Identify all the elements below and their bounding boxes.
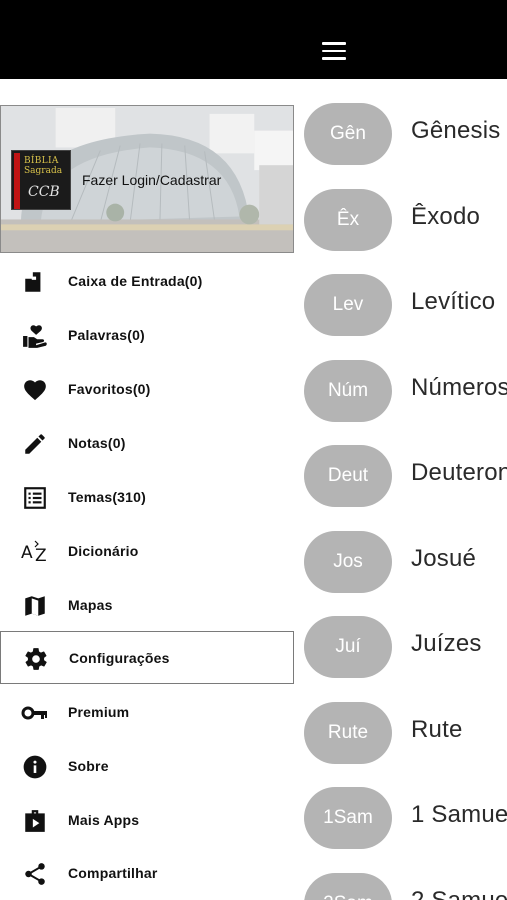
book-row-juizes[interactable]: Juí Juízes (294, 592, 507, 678)
app-logo: BÍBLIA Sagrada CCB (11, 150, 71, 210)
menu-item-dicionario[interactable]: A Z Dicionário (0, 525, 294, 578)
menu-item-label: Caixa de Entrada(0) (68, 273, 203, 289)
book-abbr-badge: Juí (304, 616, 392, 678)
logo-text-biblia: BÍBLIA (24, 156, 59, 166)
book-abbr-badge: Deut (304, 445, 392, 507)
book-row-rute[interactable]: Rute Rute (294, 678, 507, 764)
share-icon (21, 861, 49, 887)
hand-heart-icon (21, 323, 49, 349)
sort-az-icon: A Z (21, 539, 49, 565)
menu-item-label: Sobre (68, 758, 109, 774)
menu-item-sobre[interactable]: Sobre (0, 740, 294, 793)
book-abbr-badge: Lev (304, 274, 392, 336)
book-abbr-badge: Jos (304, 531, 392, 593)
book-row-genesis[interactable]: Gên Gênesis (294, 79, 507, 165)
menu-item-compartilhar[interactable]: Compartilhar (0, 847, 294, 900)
login-register-link[interactable]: Fazer Login/Cadastrar (82, 172, 221, 188)
info-icon (21, 754, 49, 780)
menu-item-configuracoes[interactable]: Configurações (0, 631, 294, 684)
menu-item-label: Notas(0) (68, 435, 126, 451)
logo-text-sagrada: Sagrada (24, 166, 63, 176)
book-list: Gên Gênesis Êx Êxodo Lev Levítico Núm Nú… (294, 79, 507, 900)
book-name: 2 Samuel (411, 887, 507, 900)
book-row-josue[interactable]: Jos Josué (294, 507, 507, 593)
menu-item-label: Compartilhar (68, 865, 158, 881)
book-row-levitico[interactable]: Lev Levítico (294, 250, 507, 336)
book-name: Juízes (411, 630, 482, 657)
menu-item-palavras[interactable]: Palavras(0) (0, 309, 294, 362)
svg-text:A: A (21, 543, 33, 563)
book-abbr-badge: Núm (304, 360, 392, 422)
navigation-drawer: BÍBLIA Sagrada CCB Fazer Login/Cadastrar… (0, 79, 294, 900)
key-icon (21, 700, 49, 726)
book-name: Levítico (411, 288, 496, 315)
book-name: Êxodo (411, 203, 481, 230)
pencil-icon (21, 431, 49, 457)
book-name: Josué (411, 545, 477, 572)
book-name: Gênesis (411, 117, 501, 144)
book-abbr-badge: Êx (304, 189, 392, 251)
book-name: Números (411, 374, 507, 401)
inbox-icon (21, 269, 49, 295)
menu-item-label: Temas(310) (68, 489, 147, 505)
book-abbr-badge: 2Sam (304, 873, 392, 900)
book-name: 1 Samuel (411, 801, 507, 828)
menu-item-mais-apps[interactable]: Mais Apps (0, 794, 294, 847)
book-row-deuteronomio[interactable]: Deut Deuteronômio (294, 421, 507, 507)
gear-icon (22, 646, 50, 672)
book-row-1samuel[interactable]: 1Sam 1 Samuel (294, 763, 507, 849)
drawer-header[interactable]: BÍBLIA Sagrada CCB Fazer Login/Cadastrar (0, 105, 294, 253)
menu-item-inbox[interactable]: Caixa de Entrada(0) (0, 255, 294, 308)
book-name: Deuteronômio (411, 459, 507, 486)
menu-item-label: Mais Apps (68, 812, 140, 828)
book-row-numeros[interactable]: Núm Números (294, 336, 507, 422)
book-row-2samuel[interactable]: 2Sam 2 Samuel (294, 849, 507, 900)
book-abbr-badge: Gên (304, 103, 392, 165)
logo-text-ccb: CCB (28, 184, 60, 200)
menu-item-premium[interactable]: Premium (0, 686, 294, 739)
menu-item-label: Premium (68, 704, 130, 720)
menu-item-label: Favoritos(0) (68, 381, 151, 397)
menu-item-notas[interactable]: Notas(0) (0, 417, 294, 470)
list-icon (21, 485, 49, 511)
book-abbr-badge: Rute (304, 702, 392, 764)
svg-text:Z: Z (35, 546, 47, 565)
hamburger-menu-icon[interactable] (322, 42, 346, 60)
map-icon (21, 593, 49, 619)
menu-item-label: Mapas (68, 597, 113, 613)
top-app-bar (0, 0, 507, 79)
menu-item-temas[interactable]: Temas(310) (0, 471, 294, 524)
menu-item-favoritos[interactable]: Favoritos(0) (0, 363, 294, 416)
heart-icon (21, 377, 49, 403)
menu-item-label: Dicionário (68, 543, 139, 559)
book-row-exodo[interactable]: Êx Êxodo (294, 165, 507, 251)
menu-item-label: Configurações (69, 650, 170, 666)
book-abbr-badge: 1Sam (304, 787, 392, 849)
app-store-icon (21, 808, 49, 834)
book-name: Rute (411, 716, 463, 743)
menu-item-mapas[interactable]: Mapas (0, 579, 294, 632)
menu-item-label: Palavras(0) (68, 327, 145, 343)
